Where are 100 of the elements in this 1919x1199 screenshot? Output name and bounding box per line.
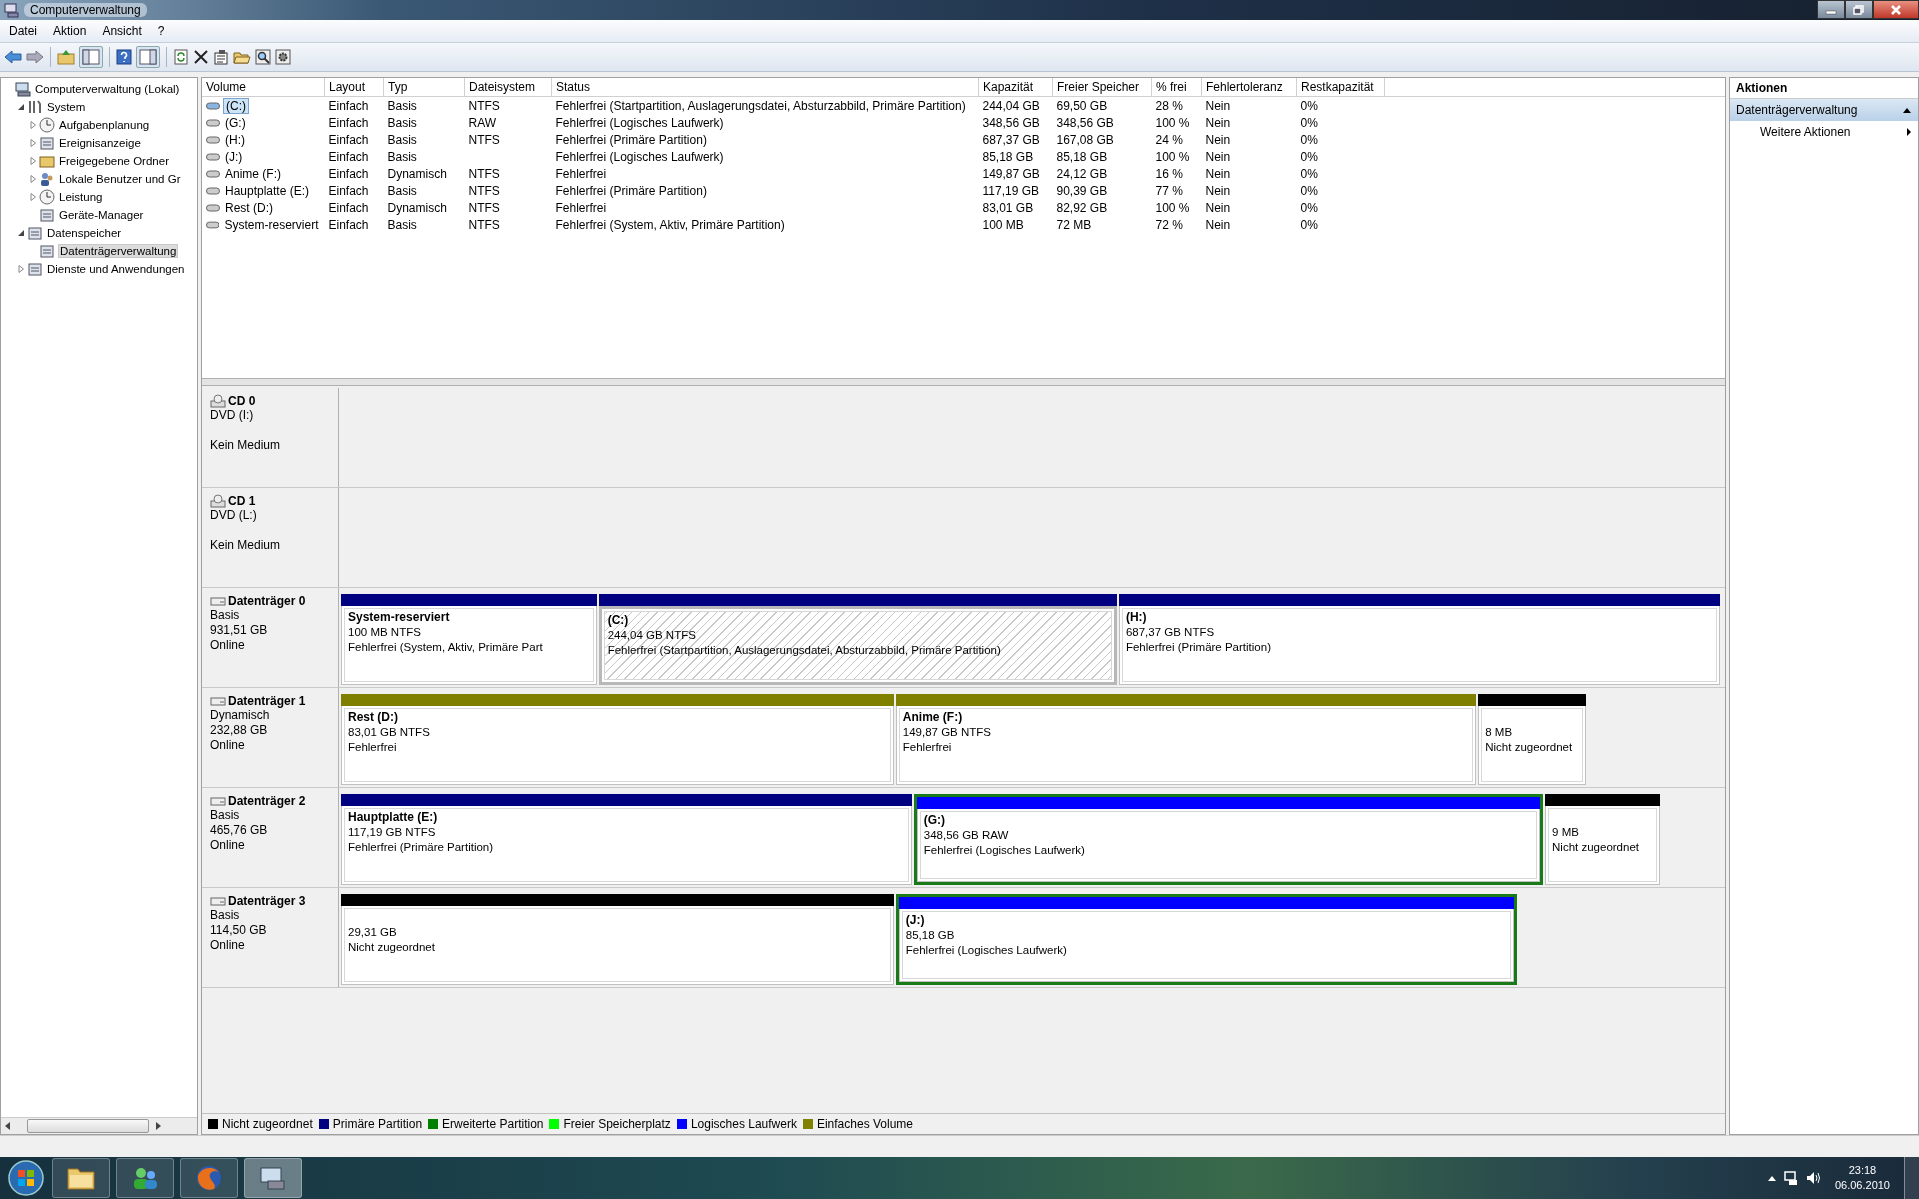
tree-item[interactable]: Geräte-Manager xyxy=(58,209,145,221)
table-cell[interactable]: (J:) xyxy=(223,149,245,164)
table-cell: RAW xyxy=(468,115,497,130)
table-cell[interactable]: (H:) xyxy=(223,132,247,147)
column-header[interactable]: Restkapazität xyxy=(1296,78,1385,97)
refresh-icon[interactable] xyxy=(173,49,189,65)
taskbar-button[interactable] xyxy=(116,1158,174,1198)
minimize-button[interactable] xyxy=(1817,0,1845,19)
column-header[interactable]: Volume xyxy=(202,78,325,97)
tree-item[interactable]: Leistung xyxy=(58,191,104,203)
delete-icon[interactable] xyxy=(193,49,209,65)
tree-item[interactable]: Ereignisanzeige xyxy=(58,137,142,149)
magnifier-icon[interactable] xyxy=(255,49,271,65)
table-cell: Dynamisch xyxy=(387,200,447,215)
expand-arrow-icon[interactable] xyxy=(29,175,37,183)
show-desktop-button[interactable] xyxy=(1904,1157,1919,1199)
expand-arrow-icon[interactable] xyxy=(17,265,25,273)
computer-icon xyxy=(258,1165,288,1191)
taskbar-button[interactable] xyxy=(244,1158,302,1198)
tree-item[interactable]: Dienste und Anwendungen xyxy=(46,263,186,275)
menu-item[interactable]: ? xyxy=(150,22,172,40)
scroll-thumb[interactable] xyxy=(27,1119,149,1133)
column-header[interactable]: Kapazität xyxy=(978,78,1053,97)
scroll-left-icon[interactable] xyxy=(3,1121,13,1131)
action-item[interactable]: Weitere Aktionen xyxy=(1730,121,1918,143)
menu-item[interactable]: Datei xyxy=(2,22,44,40)
partition-box[interactable]: (H:) 687,37 GB NTFS Fehlerfrei (Primäre Partition) xyxy=(1118,606,1721,685)
table-cell[interactable]: Anime (F:) xyxy=(223,166,283,181)
scroll-right-icon[interactable] xyxy=(153,1121,163,1131)
folder-icon xyxy=(66,1165,96,1191)
restore-button[interactable] xyxy=(1845,0,1873,19)
tree-item[interactable]: Datenträgerverwaltung xyxy=(58,244,179,258)
clock[interactable]: 23:18 06.06.2010 xyxy=(1826,1163,1898,1193)
open-folder-icon[interactable] xyxy=(233,49,251,65)
speaker-icon[interactable] xyxy=(1804,1170,1821,1186)
partition-box[interactable]: 8 MB Nicht zugeordnet xyxy=(1478,706,1586,785)
table-cell: 0% xyxy=(1300,115,1318,130)
table-cell[interactable]: (C:) xyxy=(223,97,249,114)
expand-arrow-icon[interactable] xyxy=(29,193,37,201)
menu-item[interactable]: Ansicht xyxy=(95,22,149,40)
tree-item[interactable]: Lokale Benutzer und Gr xyxy=(58,173,182,185)
collapse-arrow-icon[interactable] xyxy=(17,229,25,237)
partition-box[interactable]: System-reserviert 100 MB NTFS Fehlerfrei (System, Aktiv, Primäre Part xyxy=(341,606,597,685)
collapse-arrow-icon[interactable] xyxy=(17,103,25,111)
menu-item[interactable]: Aktion xyxy=(46,22,94,40)
tree-item[interactable]: Datenspeicher xyxy=(46,227,123,239)
tree-item[interactable]: System xyxy=(46,101,87,113)
partition-status: Fehlerfrei (Primäre Partition) xyxy=(1125,640,1272,655)
tree-item[interactable]: Aufgabenplanung xyxy=(58,119,151,131)
back-arrow-icon[interactable] xyxy=(4,49,22,65)
action-pane-icon[interactable] xyxy=(136,46,160,68)
help-icon[interactable] xyxy=(116,49,132,65)
table-cell: 85,18 GB xyxy=(982,149,1034,164)
forward-arrow-icon[interactable] xyxy=(26,49,44,65)
column-header[interactable]: Typ xyxy=(383,78,465,97)
scrollbar-track[interactable] xyxy=(1,1117,197,1134)
table-cell: 0% xyxy=(1300,200,1318,215)
partition-box[interactable]: 9 MB Nicht zugeordnet xyxy=(1545,806,1660,885)
legend-label: Erweiterte Partition xyxy=(442,1117,544,1131)
disk-status: Online xyxy=(210,638,246,653)
log-icon xyxy=(39,135,55,151)
disk-size: 931,51 GB xyxy=(210,623,269,638)
partition-box[interactable]: Hauptplatte (E:) 117,19 GB NTFS Fehlerfrei (Primäre Partition) xyxy=(341,806,912,885)
partition-size: 100 MB NTFS xyxy=(348,625,422,640)
start-button[interactable] xyxy=(6,1158,46,1198)
partition-title: (G:) xyxy=(923,813,947,828)
column-header[interactable]: Layout xyxy=(324,78,384,97)
tree-item[interactable]: Freigegebene Ordner xyxy=(58,155,170,167)
column-header[interactable]: Dateisystem xyxy=(464,78,552,97)
table-cell[interactable]: Hauptplatte (E:) xyxy=(223,183,312,198)
computer-icon xyxy=(4,2,20,18)
close-button[interactable] xyxy=(1873,0,1919,19)
partition-box[interactable]: Anime (F:) 149,87 GB NTFS Fehlerfrei xyxy=(895,706,1477,785)
tree-pane-icon[interactable] xyxy=(79,46,103,68)
column-header[interactable]: % frei xyxy=(1151,78,1202,97)
actions-section-header[interactable]: Datenträgerverwaltung xyxy=(1730,99,1918,121)
expand-arrow-icon[interactable] xyxy=(29,139,37,147)
expand-arrow-icon[interactable] xyxy=(29,157,37,165)
partition-box[interactable]: (J:) 85,18 GB Fehlerfrei (Logisches Laufwerk) xyxy=(898,909,1514,982)
taskbar-button[interactable] xyxy=(52,1158,110,1198)
partition-box[interactable]: (G:) 348,56 GB RAW Fehlerfrei (Logisches Laufwerk) xyxy=(916,809,1541,882)
expand-arrow-icon[interactable] xyxy=(29,121,37,129)
network-icon[interactable] xyxy=(1782,1170,1799,1186)
partition-status: Fehlerfrei (Logisches Laufwerk) xyxy=(905,943,1068,958)
partition-box[interactable]: Rest (D:) 83,01 GB NTFS Fehlerfrei xyxy=(341,706,894,785)
column-header[interactable]: Fehlertoleranz xyxy=(1201,78,1297,97)
tree-item[interactable]: Computerverwaltung (Lokal) xyxy=(34,83,181,95)
partition-box[interactable]: 29,31 GB Nicht zugeordnet xyxy=(341,906,894,985)
partition-box[interactable]: (C:) 244,04 GB NTFS Fehlerfrei (Startpartition, Auslagerungsdatei, Absturzabbild, Primäre Partition) xyxy=(598,606,1117,685)
disk-status: Kein Medium xyxy=(210,438,282,453)
column-header[interactable]: Freier Speicher xyxy=(1052,78,1152,97)
show-hidden-icons-icon[interactable] xyxy=(1766,1174,1777,1182)
collapse-arrow-icon xyxy=(1902,106,1912,114)
settings-icon[interactable] xyxy=(275,49,291,65)
table-cell[interactable]: System-reserviert xyxy=(222,217,321,232)
table-cell[interactable]: Rest (D:) xyxy=(223,200,275,215)
properties-icon[interactable] xyxy=(213,49,229,65)
folder-up-icon[interactable] xyxy=(57,49,75,65)
column-header[interactable]: Status xyxy=(551,78,979,97)
table-cell[interactable]: (G:) xyxy=(223,115,248,130)
